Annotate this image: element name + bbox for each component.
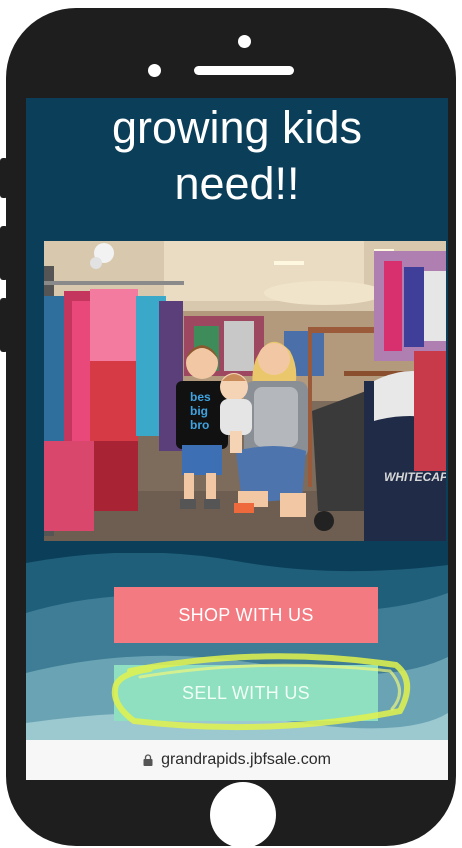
volume-down-button [0, 298, 8, 352]
sensor-icon [148, 64, 161, 77]
browser-url-bar[interactable]: grandrapids.jbfsale.com [26, 740, 448, 780]
phone-frame: growing kids need!! bes big bro WHITECA … [6, 8, 456, 848]
silent-switch [0, 158, 8, 198]
volume-up-button [0, 226, 8, 280]
sell-with-us-button[interactable]: SELL WITH US [114, 665, 378, 721]
front-camera-icon [238, 35, 251, 48]
url-text: grandrapids.jbfsale.com [161, 751, 331, 768]
sale-photo: bes big bro WHITECA [44, 241, 446, 541]
page-headline: growing kids need!! [26, 100, 448, 212]
shop-with-us-button[interactable]: SHOP WITH US [114, 587, 378, 643]
lock-icon [143, 754, 153, 766]
headline-line-2: need!! [174, 158, 300, 209]
headline-line-1: growing kids [111, 102, 363, 153]
earpiece-speaker-icon [194, 66, 294, 75]
svg-text:bro: bro [190, 418, 209, 432]
jersey-text: WHITECAPS [384, 470, 446, 484]
svg-text:big: big [190, 404, 208, 418]
sale-photo-illustration: bes big bro WHITECA [44, 241, 446, 541]
home-button[interactable] [210, 782, 276, 848]
svg-text:bes: bes [190, 390, 211, 404]
phone-screen: growing kids need!! bes big bro WHITECA … [26, 98, 448, 780]
